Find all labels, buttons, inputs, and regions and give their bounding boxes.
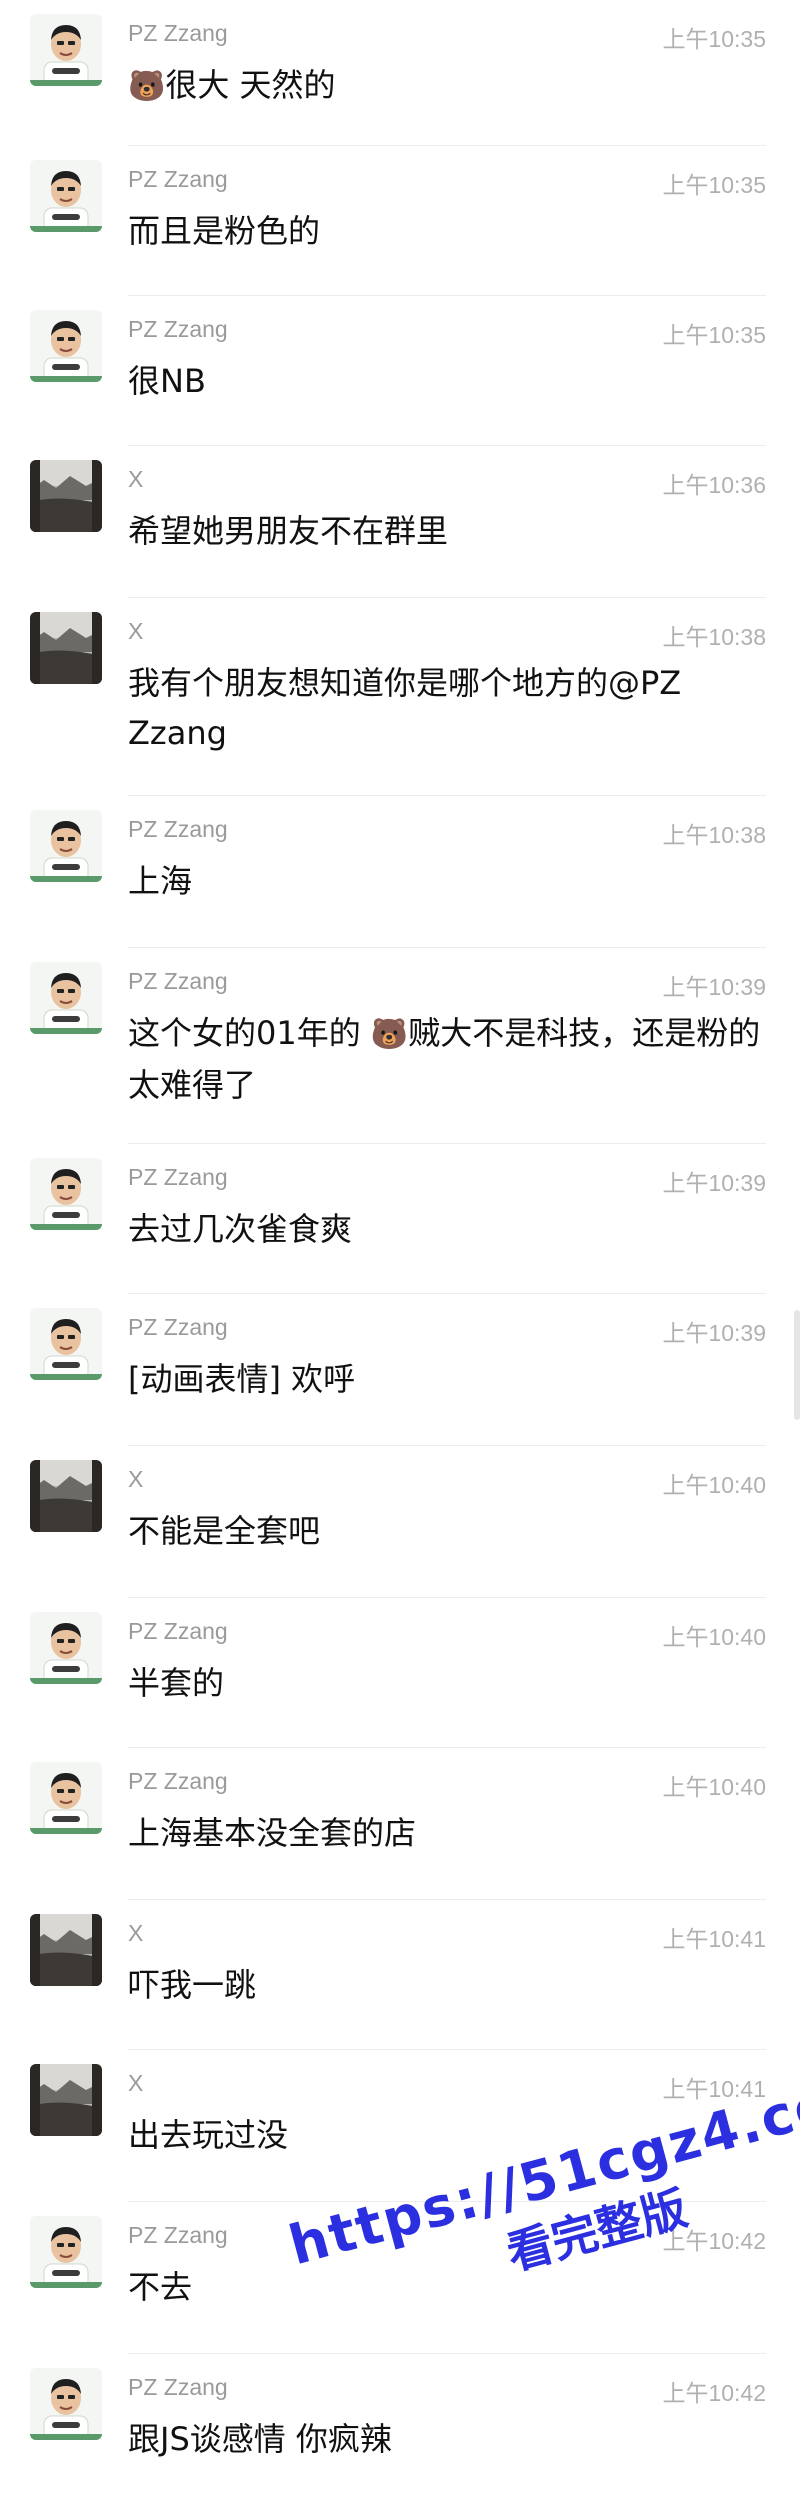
message-time: 上午10:38 (662, 822, 766, 848)
sender-name: X (128, 466, 144, 492)
chat-message[interactable]: PZ Zzang 上午10:42 不去 (0, 2202, 800, 2354)
message-time: 上午10:36 (662, 472, 766, 498)
landscape-avatar-icon[interactable] (30, 1460, 102, 1532)
message-text: 我有个朋友想知道你是哪个地方的@PZ Zzang (128, 664, 682, 752)
message-text: 半套的 (128, 1664, 225, 1702)
man-avatar-icon[interactable] (30, 2368, 102, 2440)
message-text: 这个女的01年的 🐻贼大不是科技，还是粉的 太难得了 (128, 1014, 761, 1104)
message-time: 上午10:41 (662, 2076, 766, 2102)
man-avatar-icon[interactable] (30, 1308, 102, 1380)
sender-name: X (128, 1466, 144, 1492)
message-text: 不能是全套吧 (128, 1512, 321, 1550)
sender-name: PZ Zzang (128, 20, 228, 46)
chat-message[interactable]: PZ Zzang 上午10:39 去过几次雀食爽 (0, 1144, 800, 1294)
man-avatar-icon[interactable] (30, 14, 102, 86)
scrollbar[interactable] (794, 1310, 800, 1420)
message-text: 跟JS谈感情 你疯辣 (128, 2420, 392, 2458)
message-text: [动画表情] 欢呼 (128, 1360, 356, 1398)
message-time: 上午10:40 (662, 1774, 766, 1800)
chat-message[interactable]: X 上午10:41 吓我一跳 (0, 1900, 800, 2050)
man-avatar-icon[interactable] (30, 310, 102, 382)
chat-message[interactable]: X 上午10:41 出去玩过没 (0, 2050, 800, 2202)
sender-name: PZ Zzang (128, 968, 228, 994)
sender-name: X (128, 2070, 144, 2096)
sender-name: PZ Zzang (128, 1618, 228, 1644)
message-text: 希望她男朋友不在群里 (128, 512, 449, 550)
bear-emoji-icon: 🐻 (128, 69, 166, 104)
sender-name: PZ Zzang (128, 816, 228, 842)
message-time: 上午10:39 (662, 1170, 766, 1196)
message-text: 很NB (128, 362, 206, 400)
message-text: 而且是粉色的 (128, 212, 321, 250)
message-time: 上午10:42 (662, 2228, 766, 2254)
chat-message[interactable]: PZ Zzang 上午10:40 上海基本没全套的店 (0, 1748, 800, 1900)
sender-name: PZ Zzang (128, 2374, 228, 2400)
chat-message[interactable]: PZ Zzang 上午10:35 很NB (0, 296, 800, 446)
message-text: 去过几次雀食爽 (128, 1210, 353, 1248)
sender-name: PZ Zzang (128, 1314, 228, 1340)
landscape-avatar-icon[interactable] (30, 612, 102, 684)
message-text: 吓我一跳 (128, 1966, 257, 2004)
bear-emoji-icon: 🐻 (370, 1017, 409, 1052)
sender-name: PZ Zzang (128, 316, 228, 342)
man-avatar-icon[interactable] (30, 1158, 102, 1230)
sender-name: PZ Zzang (128, 1768, 228, 1794)
landscape-avatar-icon[interactable] (30, 2064, 102, 2136)
message-time: 上午10:39 (662, 1320, 766, 1346)
message-time: 上午10:39 (662, 974, 766, 1000)
message-text: 出去玩过没 (128, 2116, 289, 2154)
sender-name: PZ Zzang (128, 2222, 228, 2248)
chat-message[interactable]: X 上午10:40 不能是全套吧 (0, 1446, 800, 1598)
chat-message[interactable]: X 上午10:38 我有个朋友想知道你是哪个地方的@PZ Zzang (0, 598, 800, 796)
man-avatar-icon[interactable] (30, 962, 102, 1034)
chat-message[interactable]: PZ Zzang 上午10:39 [动画表情] 欢呼 (0, 1294, 800, 1446)
message-text: 上海 (128, 862, 193, 900)
sender-name: X (128, 1920, 144, 1946)
message-text: 上海基本没全套的店 (128, 1814, 417, 1852)
man-avatar-icon[interactable] (30, 1612, 102, 1684)
sender-name: X (128, 618, 144, 644)
chat-message[interactable]: PZ Zzang 上午10:38 上海 (0, 796, 800, 948)
message-text: 不去 (128, 2268, 193, 2306)
chat-message[interactable]: PZ Zzang 上午10:35 🐻很大 天然的 (0, 0, 800, 146)
message-time: 上午10:38 (662, 624, 766, 650)
chat-message[interactable]: X 上午10:36 希望她男朋友不在群里 (0, 446, 800, 598)
message-time: 上午10:42 (662, 2380, 766, 2406)
chat-message[interactable]: PZ Zzang 上午10:40 半套的 (0, 1598, 800, 1748)
message-time: 上午10:35 (662, 172, 766, 198)
message-time: 上午10:41 (662, 1926, 766, 1952)
message-time: 上午10:40 (662, 1624, 766, 1650)
sender-name: PZ Zzang (128, 1164, 228, 1190)
landscape-avatar-icon[interactable] (30, 1914, 102, 1986)
man-avatar-icon[interactable] (30, 1762, 102, 1834)
man-avatar-icon[interactable] (30, 2216, 102, 2288)
message-time: 上午10:35 (662, 26, 766, 52)
chat-history-list[interactable]: PZ Zzang 上午10:35 🐻很大 天然的 PZ Zzang 上午10:3… (0, 0, 800, 2510)
chat-message[interactable]: PZ Zzang 上午10:35 而且是粉色的 (0, 146, 800, 296)
chat-message[interactable]: PZ Zzang 上午10:39 这个女的01年的 🐻贼大不是科技，还是粉的 太… (0, 948, 800, 1144)
man-avatar-icon[interactable] (30, 160, 102, 232)
message-text: 🐻很大 天然的 (128, 66, 336, 104)
sender-name: PZ Zzang (128, 166, 228, 192)
man-avatar-icon[interactable] (30, 810, 102, 882)
landscape-avatar-icon[interactable] (30, 460, 102, 532)
message-time: 上午10:40 (662, 1472, 766, 1498)
message-time: 上午10:35 (662, 322, 766, 348)
chat-message[interactable]: PZ Zzang 上午10:42 跟JS谈感情 你疯辣 (0, 2354, 800, 2510)
